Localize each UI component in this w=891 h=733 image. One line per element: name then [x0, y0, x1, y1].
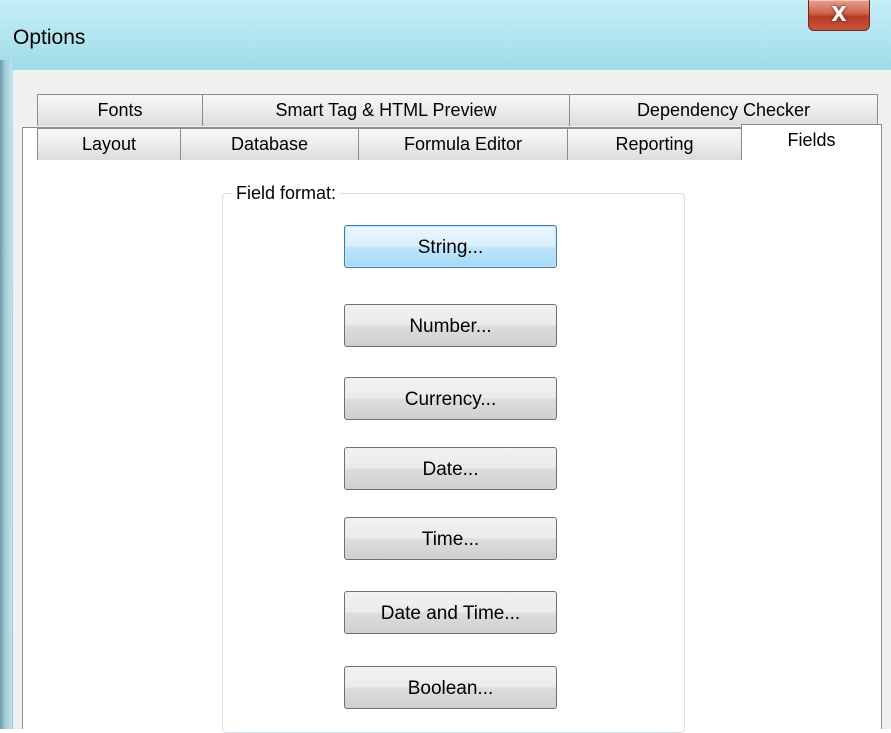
time-format-button[interactable]: Time... — [344, 517, 557, 560]
string-format-button[interactable]: String... — [344, 225, 557, 268]
tab-row-front: Layout Database Formula Editor Reporting… — [37, 124, 882, 160]
window-title: Options — [13, 26, 86, 49]
tab-fields[interactable]: Fields — [741, 124, 882, 160]
date-format-button[interactable]: Date... — [344, 447, 557, 490]
tab-database[interactable]: Database — [180, 128, 359, 160]
close-icon: X — [831, 2, 847, 26]
date-and-time-format-button[interactable]: Date and Time... — [344, 591, 557, 634]
tab-smart-tag-html-preview[interactable]: Smart Tag & HTML Preview — [202, 94, 570, 126]
close-button[interactable]: X — [808, 0, 870, 31]
tab-dependency-checker[interactable]: Dependency Checker — [569, 94, 878, 126]
currency-format-button[interactable]: Currency... — [344, 377, 557, 420]
boolean-format-button[interactable]: Boolean... — [344, 666, 557, 709]
tab-fonts[interactable]: Fonts — [37, 94, 203, 126]
window-frame-edge — [0, 60, 12, 729]
title-bar[interactable]: Options X — [0, 0, 891, 70]
number-format-button[interactable]: Number... — [344, 304, 557, 347]
tab-row-back: Fonts Smart Tag & HTML Preview Dependenc… — [37, 90, 878, 126]
tab-formula-editor[interactable]: Formula Editor — [358, 128, 568, 160]
tab-layout[interactable]: Layout — [37, 128, 181, 160]
field-format-label: Field format: — [233, 183, 340, 204]
options-dialog: Options X Fonts Smart Tag & HTML Preview… — [0, 0, 891, 733]
tab-reporting[interactable]: Reporting — [567, 128, 742, 160]
